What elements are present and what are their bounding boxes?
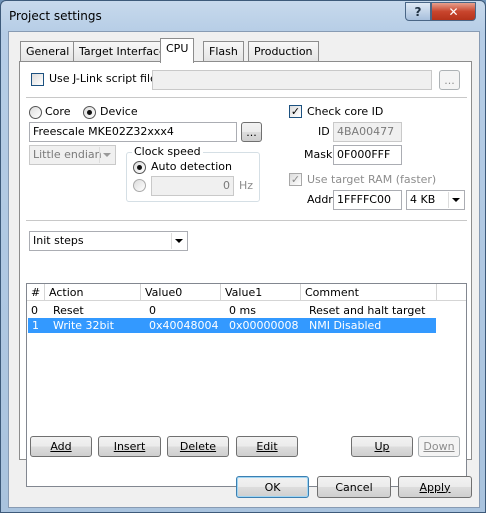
table-cell-value1: 0 ms [229,304,256,317]
table-cell-comment: Reset and halt target [309,304,426,317]
move-up-button[interactable]: Up [351,436,413,457]
table-cell-value1: 0x00000008 [229,319,299,332]
mask-label: Mask [304,148,333,161]
insert-step-button[interactable]: Insert [98,436,161,457]
help-icon: ? [414,4,422,19]
auto-detection-label: Auto detection [151,160,232,173]
ram-addr-label: Addr [307,193,333,206]
tab-production[interactable]: Production [248,41,319,62]
jlink-script-label: Use J-Link script file [49,72,157,85]
title-bar[interactable]: Project settings ? ✕ [1,1,485,31]
use-target-ram-label: Use target RAM (faster) [307,173,437,186]
device-radio-label: Device [100,105,138,118]
table-cell-action: Write 32bit [53,319,114,332]
clock-unit-label: Hz [239,179,254,192]
jlink-script-path-field[interactable] [152,70,432,90]
check-core-id-checkbox[interactable]: ✓ [289,105,302,118]
endian-select[interactable]: Little endian [29,145,116,165]
core-id-field[interactable]: 4BA00477 [333,122,402,142]
tab-flash[interactable]: Flash [203,41,244,62]
steps-select-value: Init steps [33,234,84,247]
close-button[interactable]: ✕ [431,2,476,21]
add-step-button[interactable]: Add [30,436,92,457]
auto-detection-radio[interactable] [133,161,146,174]
separator [26,97,467,98]
steps-select[interactable]: Init steps [29,231,188,251]
table-cell-num: 0 [31,304,38,317]
apply-button[interactable]: Apply [398,476,472,498]
check-icon: ✓ [290,173,301,186]
chevron-down-icon [99,147,114,163]
column-header-value1[interactable]: Value1 [221,284,301,301]
cancel-button[interactable]: Cancel [317,476,391,498]
jlink-script-checkbox[interactable] [31,73,44,86]
delete-step-button[interactable]: Delete [167,436,229,457]
table-cell-action: Reset [53,304,84,317]
steps-table-header: # Action Value0 Value1 Comment [27,284,466,301]
clock-speed-field[interactable]: 0 [151,176,234,196]
use-target-ram-checkbox[interactable]: ✓ [289,173,302,186]
device-browse-button[interactable]: ... [241,122,262,142]
close-icon: ✕ [448,4,459,19]
table-row-selected[interactable]: 1 Write 32bit 0x40048004 0x00000008 NMI … [28,318,436,333]
core-radio[interactable] [29,106,42,119]
table-cell-value0: 0 [149,304,156,317]
project-settings-window: Project settings ? ✕ General Target Inte… [0,0,486,513]
ram-addr-field[interactable]: 1FFFFC00 [333,190,402,210]
move-down-button[interactable]: Down [418,436,460,457]
check-icon: ✓ [290,105,301,118]
table-cell-comment: NMI Disabled [309,319,382,332]
dialog-client-area: General Target Interface CPU Flash Produ… [8,31,480,508]
column-header-filler [437,284,466,301]
core-radio-label: Core [45,105,71,118]
clock-speed-group-label: Clock speed [132,145,203,158]
cpu-tab-panel: Use J-Link script file ... Core Device F… [19,61,472,487]
tab-cpu[interactable]: CPU [160,38,195,63]
column-header-num[interactable]: # [27,284,45,301]
device-radio[interactable] [83,106,96,119]
help-button[interactable]: ? [405,2,431,21]
table-cell-value0: 0x40048004 [149,319,219,332]
ok-button[interactable]: OK [236,476,309,498]
mask-field[interactable]: 0F000FFF [333,145,402,165]
jlink-script-browse-button[interactable]: ... [439,70,460,90]
table-cell-num: 1 [32,319,39,332]
tab-target-interface[interactable]: Target Interface [73,41,172,62]
window-title: Project settings [9,9,102,23]
chevron-down-icon [448,192,463,208]
separator [26,220,467,221]
chevron-down-icon [171,233,186,249]
ram-size-value: 4 KB [410,193,436,206]
device-name-field[interactable]: Freescale MKE02Z32xxx4 [29,122,237,142]
ram-size-select[interactable]: 4 KB [406,190,465,210]
column-header-value0[interactable]: Value0 [141,284,221,301]
manual-clock-radio[interactable] [133,179,146,192]
tab-general[interactable]: General [20,41,76,62]
endian-value: Little endian [33,148,102,161]
edit-step-button[interactable]: Edit [236,436,298,457]
check-core-id-label: Check core ID [307,105,384,118]
core-id-label: ID [318,125,330,138]
column-header-action[interactable]: Action [45,284,141,301]
table-row[interactable]: 0 Reset 0 0 ms Reset and halt target [27,303,466,318]
column-header-comment[interactable]: Comment [301,284,437,301]
